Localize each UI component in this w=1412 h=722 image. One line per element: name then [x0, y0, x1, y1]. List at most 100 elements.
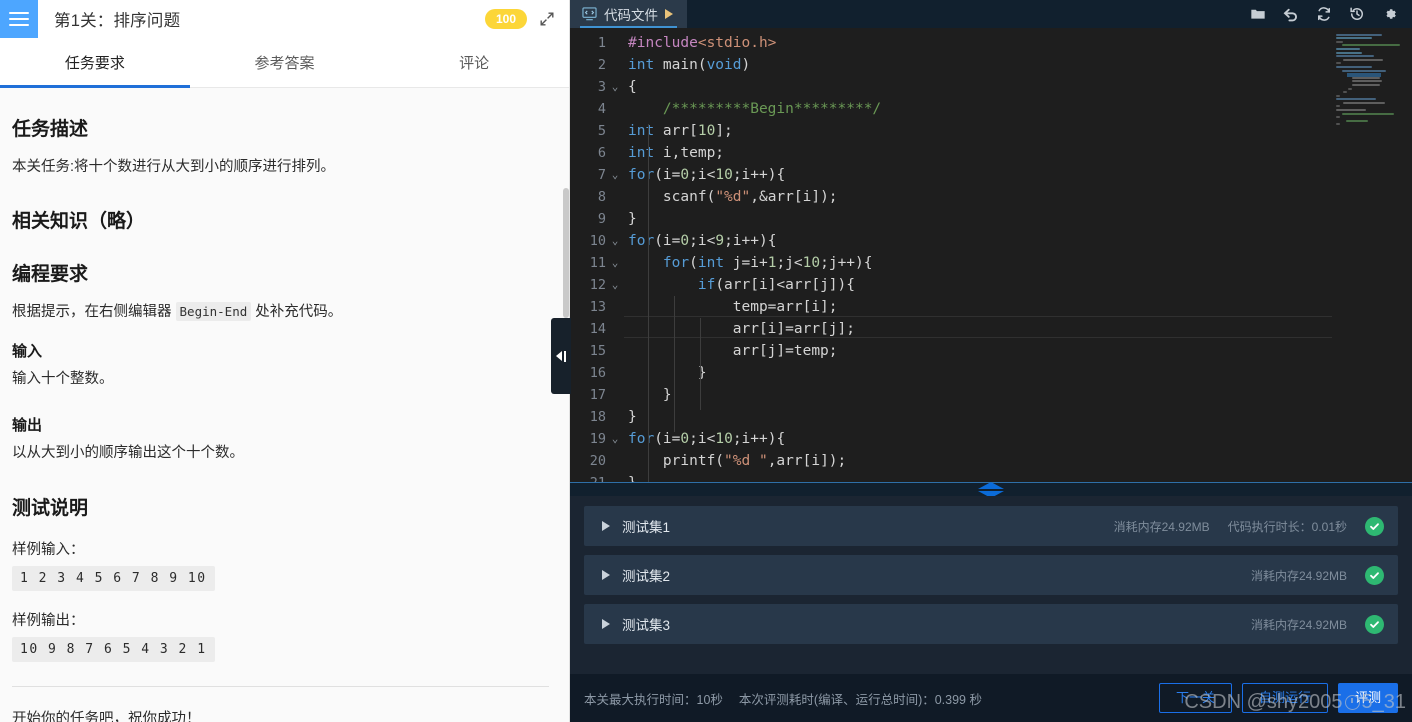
expand-triangle-icon[interactable] [602, 521, 610, 531]
pass-check-icon [1365, 614, 1384, 634]
task-description-heading: 任务描述 [12, 119, 89, 140]
content-divider [12, 685, 549, 687]
code-line[interactable]: 8 scanf("%d",&arr[i]); [570, 186, 1412, 208]
test-result-row[interactable]: 测试集2 消耗内存24.92MB [584, 555, 1398, 595]
folder-icon[interactable] [1250, 6, 1266, 22]
code-line[interactable]: 7 ⌄ for(i=0;i<10;i++){ [570, 164, 1412, 186]
expand-triangle-icon[interactable] [602, 619, 610, 629]
test-description-heading: 测试说明 [12, 497, 89, 519]
fold-chevron-icon[interactable]: ⌄ [606, 230, 624, 252]
line-number: 12 [589, 277, 606, 293]
code-line[interactable]: 11 ⌄ for(int j=i+1;j<10;j++){ [570, 252, 1412, 274]
tab-label: 参考答案 [254, 55, 315, 72]
input-heading: 输入 [12, 342, 43, 360]
code-text: { [628, 79, 637, 95]
fold-chevron-icon[interactable]: ⌄ [606, 252, 624, 274]
output-text: 以从大到小的顺序输出这个十个数。 [12, 445, 244, 462]
task-description-text: 本关任务:将十个数进行从大到小的顺序进行排列。 [12, 159, 336, 175]
code-line[interactable]: 3 ⌄{ [570, 76, 1412, 98]
code-line[interactable]: 2 int main(void) [570, 54, 1412, 76]
tab-code-file[interactable]: 代码文件 [570, 0, 687, 28]
task-panel: 第1关：排序问题 100 任务要求 参考答案 评论 任务描述 本关任务:将十个数… [0, 0, 570, 722]
next-challenge-button[interactable]: 下一关 [1158, 682, 1232, 714]
code-line[interactable]: 20 printf("%d ",arr[i]); [570, 450, 1412, 472]
pass-check-icon [1365, 565, 1384, 585]
line-number: 8 [597, 189, 606, 205]
memory-usage-text: 消耗内存24.92MB [1250, 617, 1347, 632]
fold-chevron-icon[interactable]: ⌄ [606, 76, 624, 98]
code-line[interactable]: 4 /*********Begin*********/ [570, 98, 1412, 120]
line-number: 17 [589, 387, 606, 403]
tab-task-requirements[interactable]: 任务要求 [0, 38, 190, 88]
tab-comments[interactable]: 评论 [379, 38, 569, 87]
line-number: 15 [589, 343, 606, 359]
self-test-run-button[interactable]: 自测运行 [1241, 682, 1328, 714]
line-number: 4 [597, 101, 606, 117]
status-bar: 本关最大执行时间：10秒 本次评测耗时(编译、运行总时间)：0.399 秒 下一关… [570, 674, 1412, 722]
line-number: 18 [589, 409, 606, 425]
fold-chevron-icon[interactable]: ⌄ [606, 164, 624, 186]
code-line[interactable]: 10 ⌄ for(i=0;i<9;i++){ [570, 230, 1412, 252]
gear-icon[interactable] [1382, 6, 1398, 22]
line-number: 11 [589, 255, 606, 271]
history-icon[interactable] [1349, 6, 1365, 22]
indent-guide [648, 124, 649, 496]
code-text: scanf("%d",&arr[i]); [628, 189, 838, 205]
resize-double-arrow-icon [978, 481, 1004, 496]
code-text: int i,temp; [628, 145, 725, 161]
code-line[interactable]: 5 int arr[10]; [570, 120, 1412, 142]
code-text: } [628, 211, 637, 227]
exec-time-text: 代码执行时长：0.01秒 [1227, 519, 1347, 534]
test-result-row[interactable]: 测试集1 消耗内存24.92MB 代码执行时长：0.01秒 [584, 506, 1398, 546]
play-triangle-icon[interactable] [665, 9, 673, 19]
indent-guide [674, 296, 675, 432]
code-text: int main(void) [628, 57, 751, 73]
eval-time-text: 本次评测耗时(编译、运行总时间)：0.399 秒 [738, 692, 982, 707]
expand-triangle-icon[interactable] [602, 570, 610, 580]
code-line[interactable]: 17 } [570, 384, 1412, 406]
undo-icon[interactable] [1283, 6, 1299, 22]
code-line[interactable]: 13 temp=arr[i]; [570, 296, 1412, 318]
line-number: 13 [589, 299, 606, 315]
code-lines[interactable]: 1 #include<stdio.h> 2 int main(void) 3 ⌄{4 /*… [570, 28, 1412, 496]
code-line[interactable]: 9} [570, 208, 1412, 230]
active-line-highlight [624, 316, 1332, 338]
editor-resize-handle[interactable] [570, 481, 1412, 496]
code-line[interactable]: 15 arr[j]=temp; [570, 340, 1412, 362]
test-set-name: 测试集1 [622, 520, 671, 535]
expand-arrows-icon[interactable] [539, 11, 555, 27]
code-line[interactable]: 18} [570, 406, 1412, 428]
task-panel-scrollbar[interactable] [563, 188, 569, 318]
code-editor[interactable]: 1 #include<stdio.h> 2 int main(void) 3 ⌄{4 /*… [570, 28, 1412, 496]
test-result-row[interactable]: 测试集3 消耗内存24.92MB [584, 604, 1398, 644]
score-badge: 100 [484, 9, 527, 29]
indent-guide [700, 318, 701, 410]
code-line[interactable]: 1 #include<stdio.h> [570, 32, 1412, 54]
line-number: 3 [597, 79, 606, 95]
collapse-left-panel-handle[interactable] [551, 318, 571, 394]
task-panel-header: 第1关：排序问题 100 [0, 0, 569, 38]
editor-panel: 代码文件 1 #include<stdio.h> 2 int main(void… [570, 0, 1412, 722]
code-line[interactable]: 12 ⌄ if(arr[i]<arr[j]){ [570, 274, 1412, 296]
indent-guide [648, 208, 649, 252]
code-text: arr[j]=temp; [628, 343, 838, 359]
tab-label: 代码文件 [604, 8, 658, 23]
test-results-list: 测试集1 消耗内存24.92MB 代码执行时长：0.01秒 测试集2 消耗内存24.92… [570, 496, 1412, 674]
sample-input-value: 1 2 3 4 5 6 7 8 9 10 [12, 565, 215, 591]
line-number: 2 [597, 57, 606, 73]
hamburger-icon[interactable] [0, 0, 38, 38]
fold-chevron-icon[interactable]: ⌄ [606, 274, 624, 296]
code-text: } [628, 365, 707, 381]
fold-chevron-icon[interactable]: ⌄ [606, 428, 624, 450]
tab-reference-answer[interactable]: 参考答案 [190, 38, 380, 87]
tab-label: 评论 [459, 55, 490, 72]
code-line[interactable]: 6 int i,temp; [570, 142, 1412, 164]
evaluate-button[interactable]: 评测 [1337, 682, 1398, 714]
code-line[interactable]: 16 } [570, 362, 1412, 384]
coding-requirement-heading: 编程要求 [12, 264, 89, 286]
line-number: 10 [589, 233, 606, 249]
refresh-icon[interactable] [1316, 6, 1332, 22]
code-line[interactable]: 19 ⌄ for(i=0;i<10;i++){ [570, 428, 1412, 450]
code-text: for(int j=i+1;j<10;j++){ [662, 255, 873, 271]
code-text: if(arr[i]<arr[j]){ [697, 277, 855, 293]
